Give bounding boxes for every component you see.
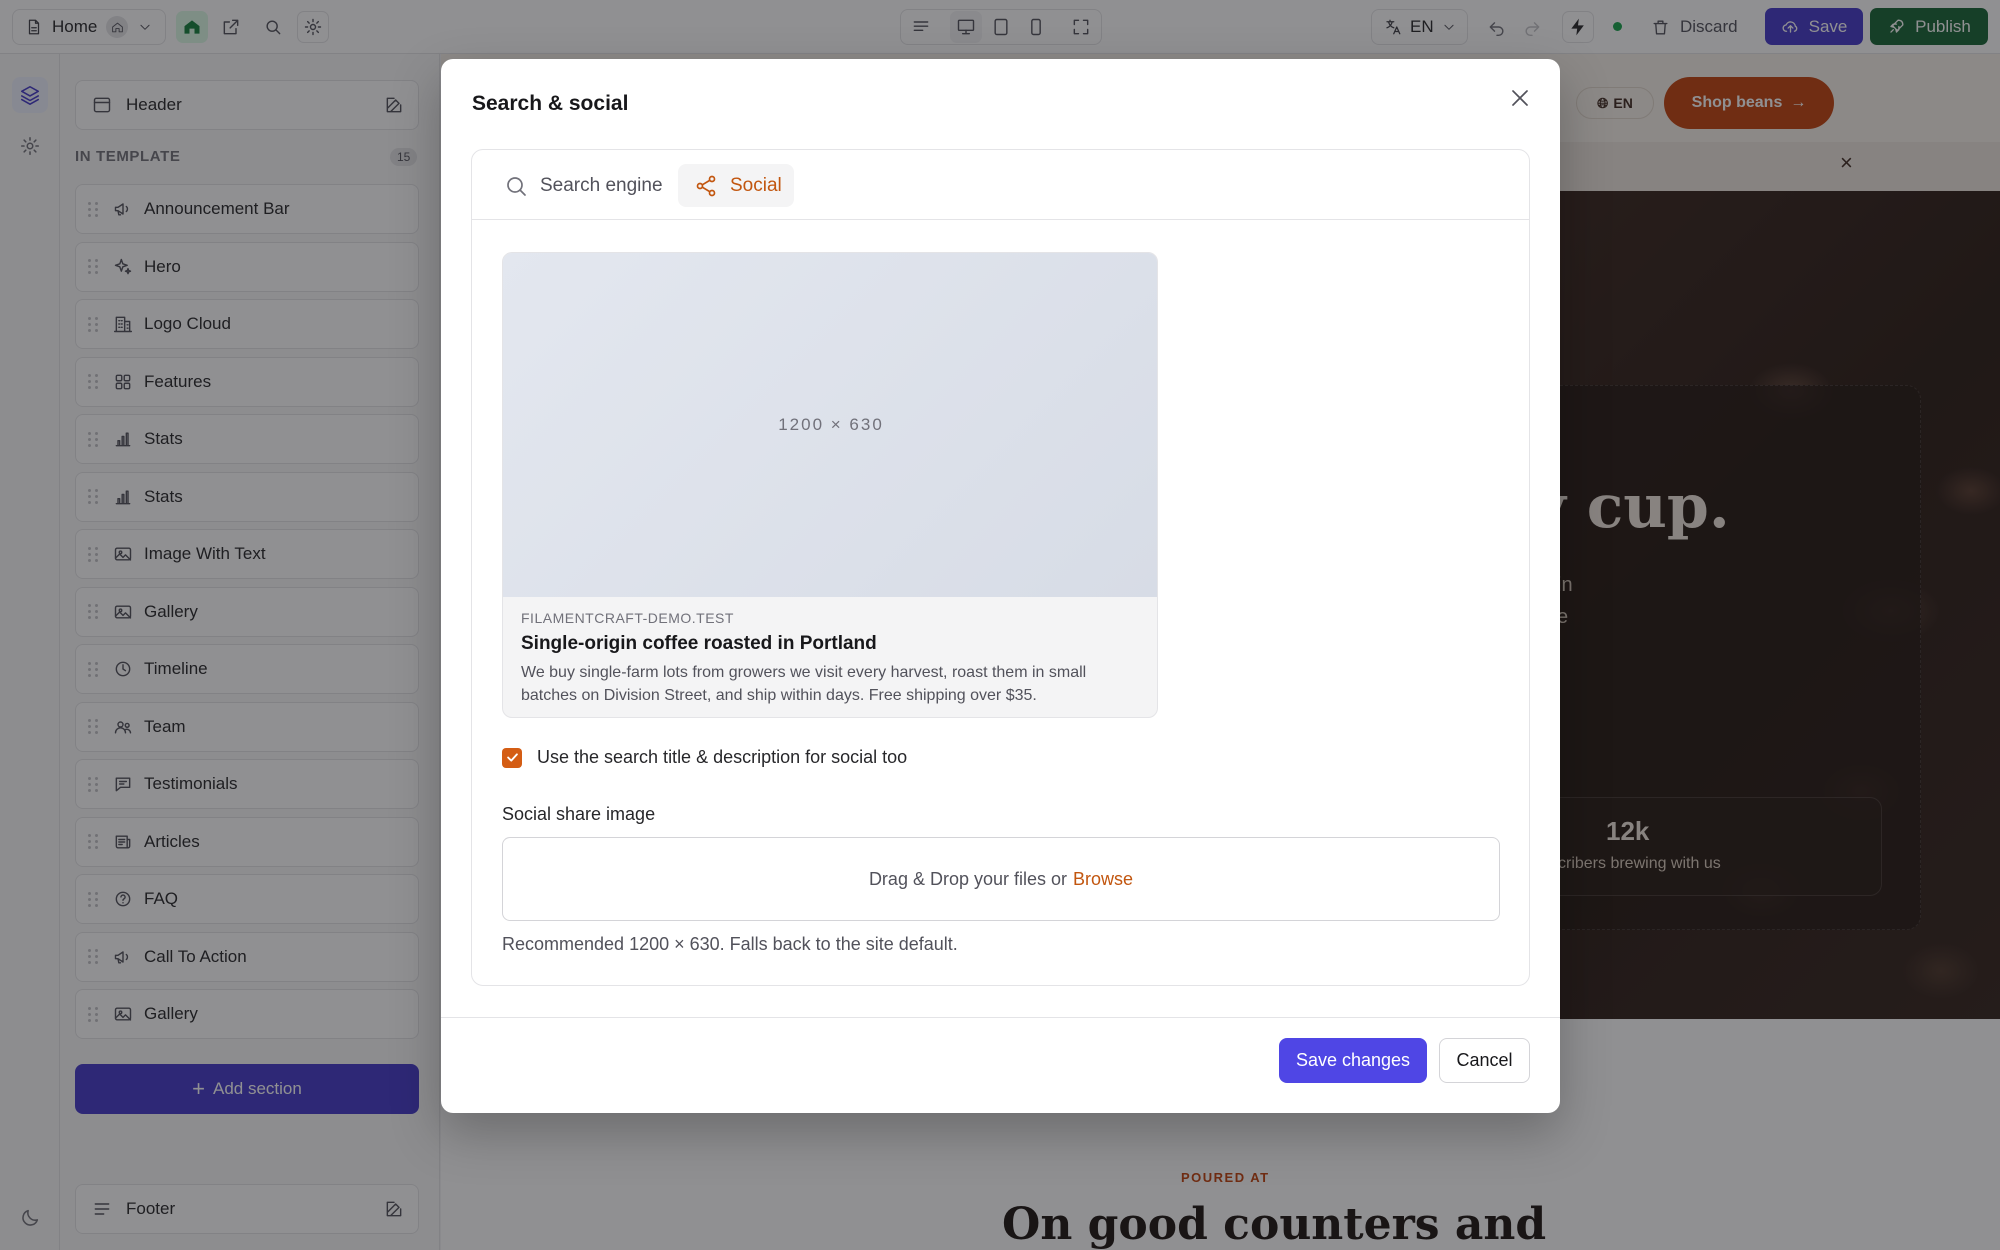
use-search-meta-checkbox[interactable] bbox=[502, 747, 522, 768]
preview-description: We buy single-farm lots from growers we … bbox=[521, 664, 1087, 704]
tab-social-label: Social bbox=[730, 174, 782, 196]
use-search-meta-label: Use the search title & description for s… bbox=[537, 747, 908, 767]
share-icon bbox=[696, 175, 716, 196]
close-icon bbox=[1512, 90, 1528, 106]
save-changes-button[interactable]: Save changes bbox=[1279, 1038, 1427, 1083]
modal-title: Search & social bbox=[472, 92, 629, 115]
tab-bar: Search engine Social bbox=[472, 150, 1529, 220]
browse-link[interactable]: Browse bbox=[1073, 869, 1133, 890]
preview-domain: FILAMENTCRAFT-DEMO.TEST bbox=[521, 610, 734, 626]
use-search-meta-row[interactable]: Use the search title & description for s… bbox=[502, 747, 907, 768]
share-image-dropzone[interactable]: Drag & Drop your files or Browse bbox=[502, 837, 1500, 921]
cancel-button[interactable]: Cancel bbox=[1439, 1038, 1530, 1083]
share-image-helper: Recommended 1200 × 630. Falls back to th… bbox=[502, 934, 958, 954]
preview-image-size: 1200 × 630 bbox=[778, 415, 884, 434]
checkmark-icon bbox=[506, 753, 518, 762]
tab-search-engine-label: Search engine bbox=[540, 174, 663, 196]
modal-footer-divider bbox=[441, 1017, 1560, 1018]
preview-image-placeholder: 1200 × 630 bbox=[503, 253, 1157, 597]
search-icon bbox=[507, 176, 526, 196]
close-button[interactable] bbox=[1504, 82, 1536, 114]
tab-social[interactable]: Social bbox=[678, 164, 794, 207]
preview-title: Single-origin coffee roasted in Portland bbox=[521, 633, 877, 654]
social-preview-card: 1200 × 630 FILAMENTCRAFT-DEMO.TEST Singl… bbox=[502, 252, 1158, 718]
search-social-modal: Search & social Search engine Social 120… bbox=[441, 59, 1560, 1113]
dropzone-text: Drag & Drop your files or bbox=[868, 868, 1068, 889]
modal-tabs-panel: Search engine Social 1200 × 630 FILAMENT… bbox=[471, 149, 1530, 986]
share-image-label: Social share image bbox=[502, 804, 656, 824]
tab-search-engine[interactable]: Search engine bbox=[500, 164, 667, 207]
